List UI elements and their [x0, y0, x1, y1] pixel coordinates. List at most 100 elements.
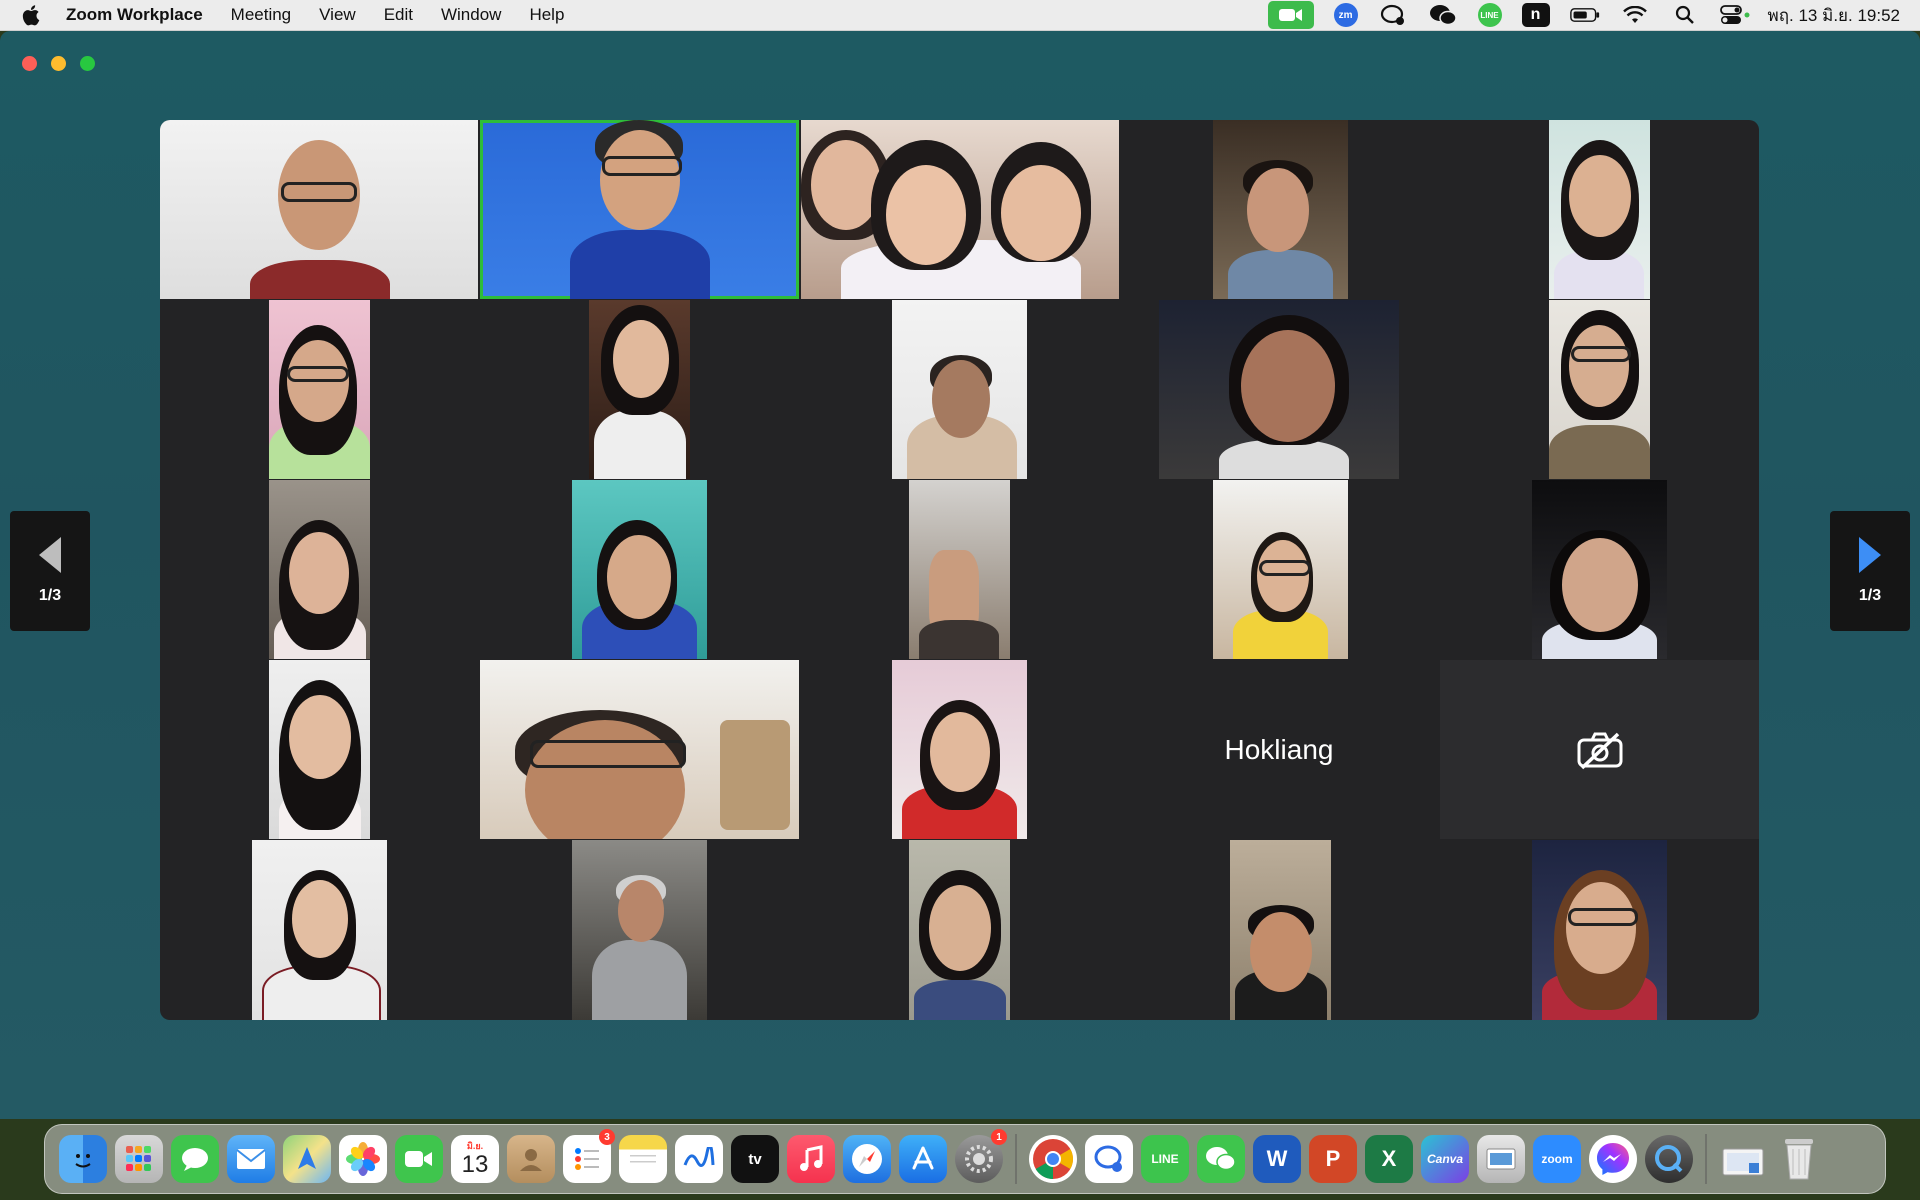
canva-icon[interactable]: Canva [1421, 1135, 1469, 1183]
next-page-button[interactable]: 1/3 [1830, 511, 1910, 631]
participant-video-tile[interactable] [160, 120, 478, 299]
contacts-icon[interactable] [507, 1135, 555, 1183]
participant-video-tile[interactable] [1549, 120, 1650, 299]
photos-icon[interactable] [339, 1135, 387, 1183]
apple-menu-icon[interactable] [22, 4, 48, 26]
calendar-day: 13 [461, 1150, 489, 1178]
minimize-window-button[interactable] [51, 56, 66, 71]
zoom-meeting-window: 1/3 1/3 Hokliang [0, 31, 1920, 1119]
wifi-icon[interactable] [1620, 3, 1650, 27]
participant-video-tile[interactable] [1532, 480, 1667, 659]
zoom-label: zoom [1541, 1152, 1573, 1166]
menu-window[interactable]: Window [441, 5, 501, 25]
notes-icon[interactable] [619, 1135, 667, 1183]
participant-video-tile[interactable] [1549, 300, 1650, 479]
menu-view[interactable]: View [319, 5, 356, 25]
microsoft-powerpoint-icon[interactable]: P [1309, 1135, 1357, 1183]
system-settings-icon[interactable]: 1 [955, 1129, 1007, 1183]
zoom-video-status-icon[interactable] [1267, 1, 1314, 29]
participant-video-tile[interactable] [801, 120, 1119, 299]
participant-name-tile[interactable]: Hokliang [1120, 660, 1438, 839]
downloads-stack-icon[interactable] [1719, 1135, 1767, 1183]
microsoft-word-icon[interactable]: W [1253, 1135, 1301, 1183]
notification-badge: 3 [599, 1129, 615, 1145]
participant-video-tile[interactable] [589, 300, 690, 479]
fullscreen-window-button[interactable] [80, 56, 95, 71]
facetime-icon[interactable] [395, 1135, 443, 1183]
menu-meeting[interactable]: Meeting [231, 5, 291, 25]
quicktime-icon[interactable] [1645, 1135, 1693, 1183]
chevron-left-icon [39, 537, 61, 573]
finder-icon[interactable] [59, 1135, 107, 1183]
chrome-icon[interactable] [1029, 1135, 1077, 1183]
spotlight-search-icon[interactable] [1670, 3, 1700, 27]
previous-page-button[interactable]: 1/3 [10, 511, 90, 631]
apple-tv-icon[interactable]: tv [731, 1135, 779, 1183]
word-label: W [1266, 1146, 1288, 1171]
page-indicator: 1/3 [38, 587, 62, 604]
line-app-icon[interactable]: LINE [1477, 3, 1502, 27]
microsoft-excel-icon[interactable]: X [1365, 1135, 1413, 1183]
preview-icon[interactable] [1477, 1135, 1525, 1183]
participant-video-tile[interactable] [480, 660, 799, 839]
chat-bubbles-icon[interactable] [1378, 3, 1408, 27]
line-icon[interactable]: LINE [1141, 1135, 1189, 1183]
control-center-icon[interactable] [1719, 3, 1750, 27]
messenger-icon[interactable] [1589, 1135, 1637, 1183]
participant-video-tile[interactable] [892, 300, 1027, 479]
music-icon[interactable] [787, 1135, 835, 1183]
participant-video-tile[interactable] [909, 480, 1010, 659]
zoom-menu-icon[interactable]: zm [1333, 3, 1358, 27]
menu-help[interactable]: Help [529, 5, 564, 25]
close-window-button[interactable] [22, 56, 37, 71]
macos-dock: มิ.ย. 13 3 tv 1 LINE W P X Canva zoom [44, 1124, 1886, 1194]
safari-icon[interactable] [843, 1135, 891, 1183]
wechat-dock-icon[interactable] [1197, 1135, 1245, 1183]
mail-icon[interactable] [227, 1135, 275, 1183]
active-speaker-video-tile[interactable] [480, 120, 799, 299]
participant-video-tile[interactable] [1532, 840, 1667, 1020]
calendar-month: มิ.ย. [466, 1140, 484, 1151]
canva-label: Canva [1426, 1152, 1464, 1166]
menu-bar: Zoom Workplace Meeting View Edit Window … [0, 0, 1920, 31]
participant-video-tile[interactable] [269, 480, 370, 659]
n-app-icon[interactable]: n [1521, 3, 1550, 27]
reminders-icon[interactable]: 3 [563, 1129, 615, 1183]
messages-icon[interactable] [171, 1135, 219, 1183]
participant-video-tile[interactable] [572, 840, 707, 1020]
zoom-chat-icon[interactable] [1085, 1135, 1133, 1183]
menu-edit[interactable]: Edit [384, 5, 413, 25]
wechat-icon[interactable] [1428, 3, 1458, 27]
status-area: zm LINE n พฤ. 13 มิ.ย. 19:52 [1248, 0, 1900, 30]
participant-video-tile[interactable] [1159, 300, 1399, 479]
participant-video-tile[interactable] [1230, 840, 1331, 1020]
trash-icon[interactable] [1775, 1135, 1823, 1183]
gallery-view: Hokliang [160, 120, 1759, 1020]
participant-video-tile[interactable] [269, 300, 370, 479]
launchpad-icon[interactable] [115, 1135, 163, 1183]
apple-tv-label: tv [748, 1150, 762, 1168]
camera-off-icon [1577, 732, 1622, 769]
freeform-icon[interactable] [675, 1135, 723, 1183]
participant-video-tile[interactable] [1213, 480, 1348, 659]
participant-video-tile[interactable] [572, 480, 707, 659]
dock-separator [1705, 1134, 1707, 1184]
participant-camera-off-tile[interactable] [1440, 660, 1759, 839]
powerpoint-label: P [1325, 1146, 1341, 1171]
calendar-icon[interactable]: มิ.ย. 13 [451, 1135, 499, 1183]
participant-video-tile[interactable] [269, 660, 370, 839]
menubar-clock[interactable]: พฤ. 13 มิ.ย. 19:52 [1768, 2, 1900, 29]
maps-icon[interactable] [283, 1135, 331, 1183]
chevron-right-icon [1859, 537, 1881, 573]
app-menu-zoom-workplace[interactable]: Zoom Workplace [66, 5, 203, 25]
app-store-icon[interactable] [899, 1135, 947, 1183]
participant-video-tile[interactable] [252, 840, 387, 1020]
zoom-app-icon[interactable]: zoom [1533, 1135, 1581, 1183]
participant-video-tile[interactable] [909, 840, 1010, 1020]
participant-video-tile[interactable] [892, 660, 1027, 839]
battery-icon[interactable] [1569, 3, 1600, 27]
line-label: LINE [1151, 1152, 1179, 1166]
participant-video-tile[interactable] [1213, 120, 1348, 299]
participant-name: Hokliang [1224, 733, 1334, 765]
notification-badge: 1 [991, 1129, 1007, 1145]
